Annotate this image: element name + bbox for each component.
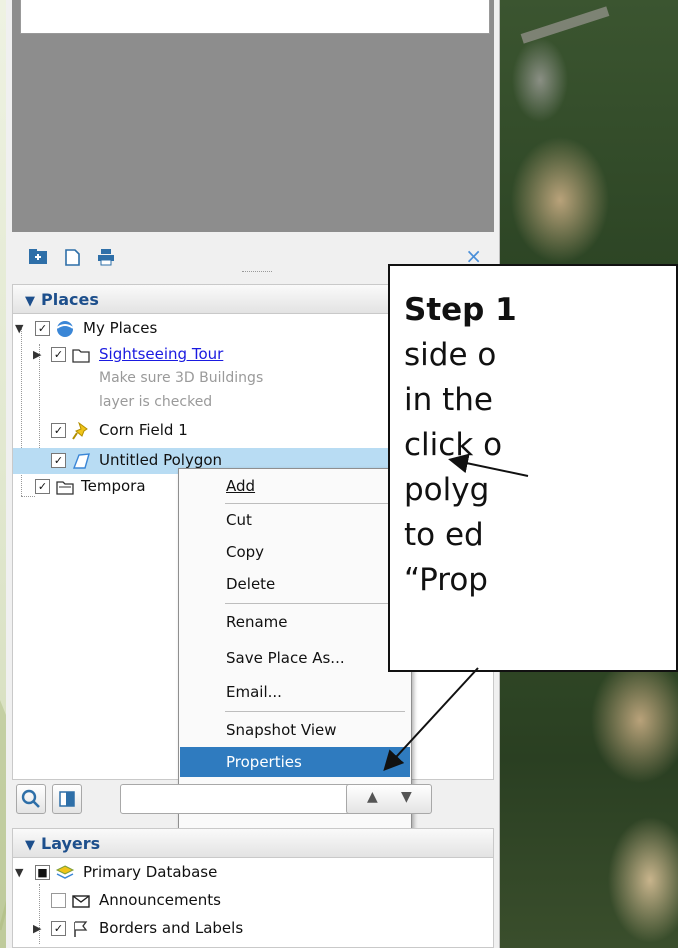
- panel-toggle-button[interactable]: [52, 784, 82, 814]
- expand-triangle-icon[interactable]: ▶: [33, 348, 41, 361]
- menu-separator: [225, 603, 405, 604]
- menu-item-email[interactable]: Email...: [180, 677, 410, 707]
- callout-line: “Prop: [404, 562, 488, 598]
- menu-rename-label: Rename: [226, 613, 288, 631]
- tree-row-announcements[interactable]: Announcements: [13, 888, 493, 914]
- primary-database-label: Primary Database: [83, 863, 218, 881]
- places-header-label: Places: [41, 290, 99, 309]
- announcements-checkbox[interactable]: [51, 893, 66, 908]
- search-icon: [21, 789, 40, 808]
- collapse-triangle-icon: ▼: [25, 838, 35, 853]
- down-arrow-icon[interactable]: ▼: [401, 789, 412, 805]
- search-results-area: [12, 0, 494, 232]
- callout-text: Step 1 side o in the click o polyg to ed…: [404, 288, 678, 603]
- menu-item-rename[interactable]: Rename: [180, 607, 410, 637]
- callout-step: Step 1: [404, 292, 517, 328]
- menu-item-delete[interactable]: Delete: [180, 569, 410, 599]
- sightseeing-description: layer is checked: [99, 394, 213, 410]
- expand-triangle-icon[interactable]: ▼: [15, 866, 23, 879]
- layers-stack-icon: [55, 865, 75, 879]
- my-places-label: My Places: [83, 319, 158, 337]
- layers-header-label: Layers: [41, 834, 101, 853]
- layers-header[interactable]: ▼ Layers: [12, 828, 494, 858]
- menu-item-save-place-as[interactable]: Save Place As...: [180, 643, 410, 673]
- primary-database-checkbox[interactable]: ■: [35, 865, 50, 880]
- menu-add-label: Add: [226, 477, 256, 495]
- menu-item-snapshot-view[interactable]: Snapshot View: [180, 715, 410, 745]
- add-folder-icon[interactable]: [28, 248, 48, 266]
- instruction-callout: Step 1 side o in the click o polyg to ed…: [388, 264, 678, 672]
- places-search-bar: ▲ ▼: [12, 782, 494, 818]
- sightseeing-description: Make sure 3D Buildings: [99, 370, 264, 386]
- navigation-arrows: ▲ ▼: [346, 784, 432, 814]
- expand-triangle-icon[interactable]: ▼: [15, 322, 23, 335]
- callout-line: in the: [404, 382, 493, 418]
- menu-snapshot-label: Snapshot View: [226, 721, 337, 739]
- tree-row-borders-labels[interactable]: ▶ ✓ Borders and Labels: [13, 916, 493, 942]
- menu-item-copy[interactable]: Copy: [180, 537, 410, 567]
- search-button[interactable]: [16, 784, 46, 814]
- menu-separator: [225, 711, 405, 712]
- my-places-checkbox[interactable]: ✓: [35, 321, 50, 336]
- announcements-label: Announcements: [99, 891, 221, 909]
- expand-triangle-icon[interactable]: ▶: [33, 922, 41, 935]
- sightseeing-tour-checkbox[interactable]: ✓: [51, 347, 66, 362]
- resize-grip[interactable]: [242, 271, 272, 274]
- sightseeing-tour-link[interactable]: Sightseeing Tour: [99, 345, 223, 363]
- temporary-folder-icon: [56, 481, 74, 495]
- my-places-icon: [56, 321, 74, 337]
- folder-icon: [72, 349, 90, 363]
- pushpin-icon: [72, 422, 88, 440]
- temporary-label: Tempora: [81, 477, 146, 495]
- menu-item-add[interactable]: Add ▶: [180, 471, 410, 501]
- temporary-checkbox[interactable]: ✓: [35, 479, 50, 494]
- callout-line: to ed: [404, 517, 484, 553]
- menu-item-properties[interactable]: Properties: [180, 747, 410, 777]
- search-results-box[interactable]: [20, 0, 490, 34]
- flag-icon: [74, 921, 88, 937]
- up-arrow-icon[interactable]: ▲: [367, 789, 378, 805]
- callout-line: polyg: [404, 472, 490, 508]
- untitled-polygon-label: Untitled Polygon: [99, 451, 223, 469]
- menu-delete-label: Delete: [226, 575, 276, 593]
- menu-save-label: Save Place As...: [226, 649, 345, 667]
- corn-field-label: Corn Field 1: [99, 421, 188, 439]
- borders-labels-checkbox[interactable]: ✓: [51, 921, 66, 936]
- untitled-polygon-checkbox[interactable]: ✓: [51, 453, 66, 468]
- menu-separator: [225, 503, 405, 504]
- menu-email-label: Email...: [226, 683, 282, 701]
- polygon-icon: [72, 453, 90, 469]
- copy-icon[interactable]: [62, 248, 82, 266]
- borders-labels-label: Borders and Labels: [99, 919, 244, 937]
- menu-properties-label: Properties: [226, 753, 302, 771]
- places-search-input[interactable]: [120, 784, 352, 814]
- menu-cut-label: Cut: [226, 511, 252, 529]
- menu-copy-label: Copy: [226, 543, 265, 561]
- corn-field-checkbox[interactable]: ✓: [51, 423, 66, 438]
- layers-tree: ▼ ■ Primary Database Announcements ▶ ✓ B…: [12, 858, 494, 948]
- tree-row-primary-database[interactable]: ▼ ■ Primary Database: [13, 860, 493, 886]
- callout-line: click o: [404, 427, 503, 463]
- panel-toggle-icon: [59, 791, 75, 807]
- collapse-triangle-icon: ▼: [25, 294, 35, 309]
- menu-item-cut[interactable]: Cut: [180, 505, 410, 535]
- envelope-icon: [72, 895, 90, 908]
- callout-line: side o: [404, 337, 497, 373]
- print-icon[interactable]: [96, 248, 116, 266]
